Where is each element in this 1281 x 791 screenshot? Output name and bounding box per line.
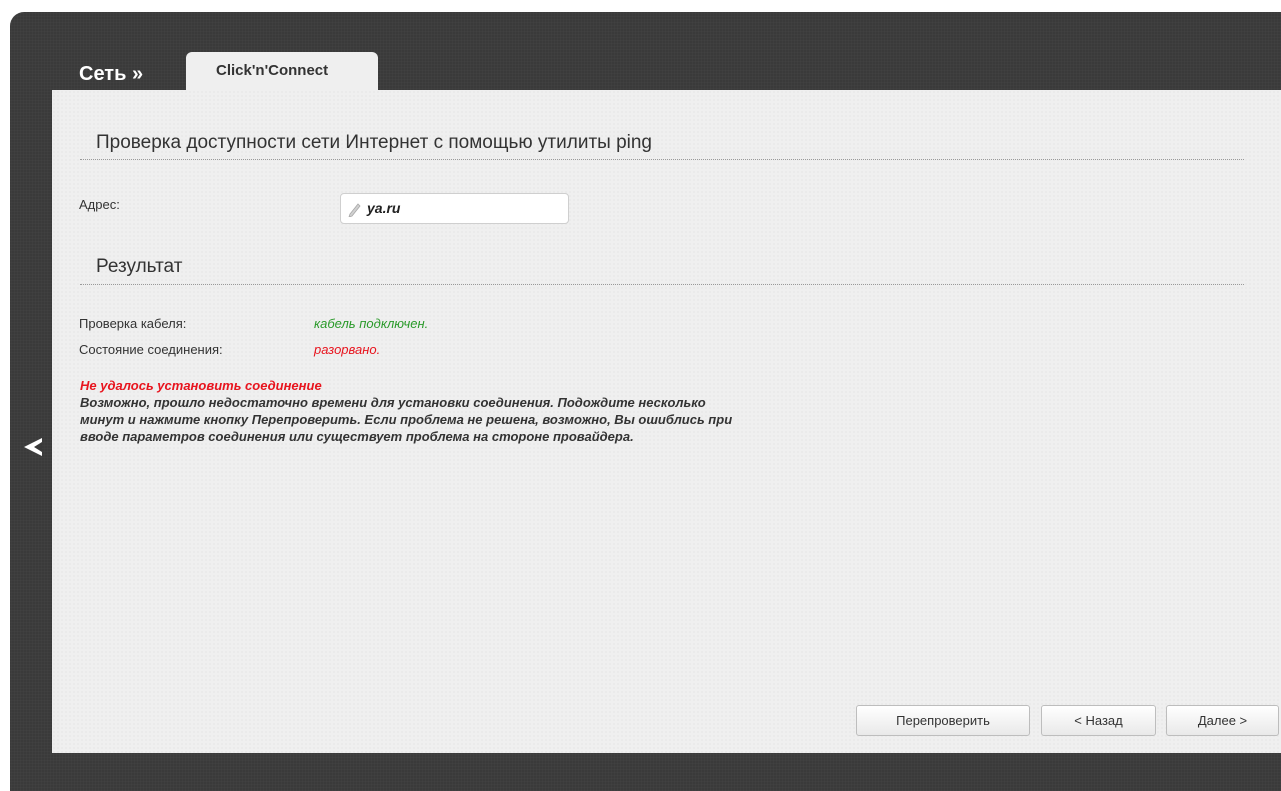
connection-state-value: разорвано.: [314, 342, 381, 357]
back-button[interactable]: < Назад: [1041, 705, 1156, 736]
address-input-value: ya.ru: [367, 200, 401, 216]
recheck-button[interactable]: Перепроверить: [856, 705, 1030, 736]
cable-check-value: кабель подключен.: [314, 316, 429, 331]
section-title-ping: Проверка доступности сети Интернет с пом…: [96, 132, 653, 153]
next-button[interactable]: Далее >: [1166, 705, 1279, 736]
chevron-left-icon[interactable]: [24, 438, 42, 456]
error-message-line: минут и нажмите кнопку Перепроверить. Ес…: [80, 412, 733, 427]
tab-clickn-connect[interactable]: Click'n'Connect: [186, 52, 378, 92]
breadcrumb: Сеть »: [79, 63, 144, 85]
address-input[interactable]: ya.ru: [340, 193, 569, 224]
section-title-result: Результат: [96, 256, 183, 277]
connection-state-label: Состояние соединения:: [79, 342, 223, 357]
error-message: Возможно, прошло недостаточно времени дл…: [80, 394, 860, 445]
pencil-icon: [348, 203, 361, 217]
address-label: Адрес:: [79, 197, 120, 212]
divider: [80, 284, 1244, 285]
cable-check-label: Проверка кабеля:: [79, 316, 187, 331]
error-message-line: вводе параметров соединения или существу…: [80, 429, 634, 444]
error-message-line: Возможно, прошло недостаточно времени дл…: [80, 395, 706, 410]
error-title: Не удалось установить соединение: [80, 378, 322, 393]
divider: [80, 159, 1244, 160]
